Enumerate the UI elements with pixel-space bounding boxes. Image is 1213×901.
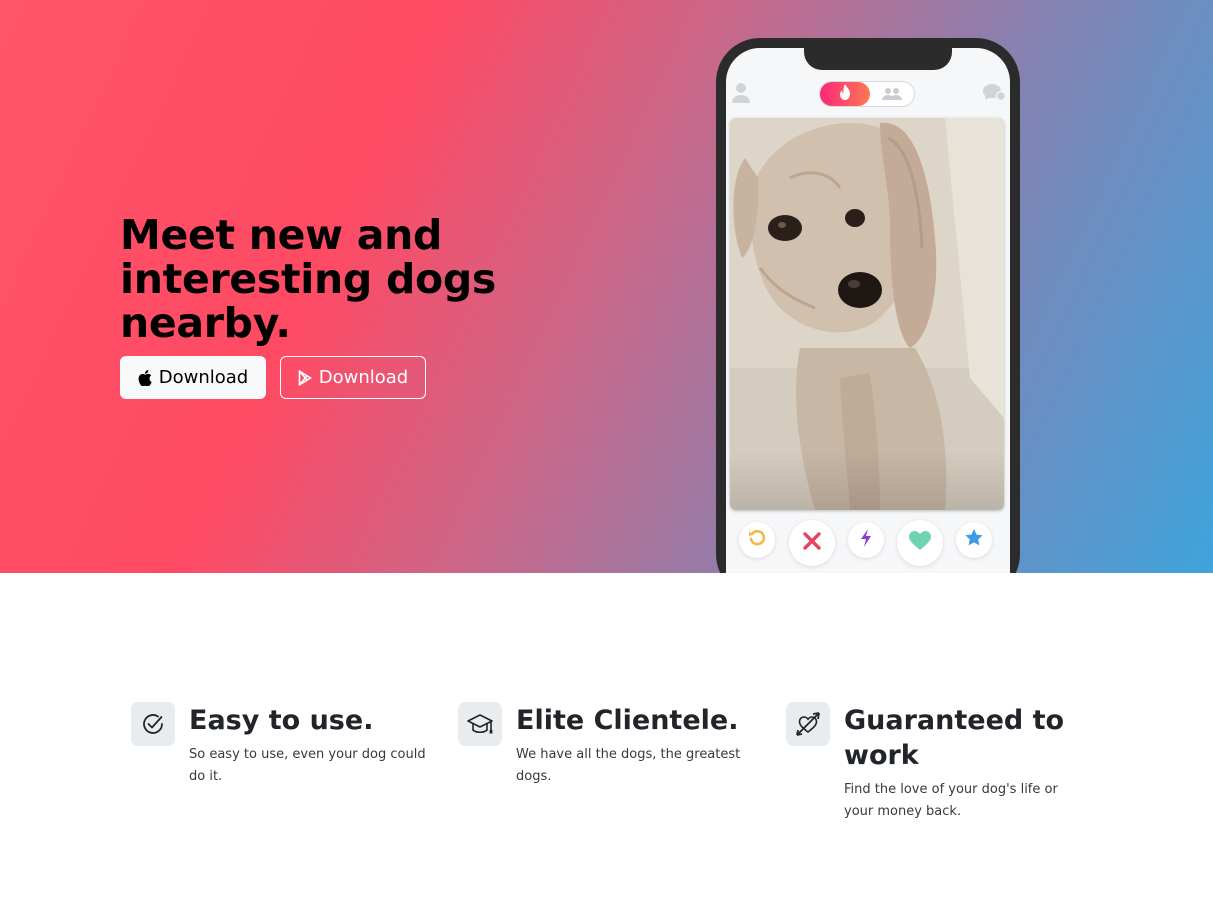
dog-profile-card[interactable]: [730, 118, 1004, 510]
check-circle-icon: [131, 702, 175, 746]
phone-mockup: [716, 38, 1020, 573]
apple-icon: [138, 369, 152, 386]
app-store-download-button[interactable]: Download: [120, 356, 266, 399]
nope-button[interactable]: [789, 520, 835, 566]
google-play-download-button[interactable]: Download: [280, 356, 426, 399]
google-play-icon: [298, 369, 312, 386]
app-store-button-label: Download: [158, 367, 249, 388]
hero-headline: Meet new and interesting dogs nearby.: [120, 211, 497, 347]
google-play-button-label: Download: [318, 367, 409, 388]
like-button[interactable]: [897, 520, 943, 566]
boost-icon: [860, 528, 872, 552]
flame-icon: [839, 83, 851, 105]
boost-button[interactable]: [848, 522, 884, 558]
feature-title: Easy to use.: [189, 705, 374, 736]
feature-text: Find the love of your dog's life or your…: [844, 782, 1058, 819]
feature-text: So easy to use, even your dog could do i…: [189, 747, 426, 784]
graduation-cap-icon: [458, 702, 502, 746]
discover-mode-toggle[interactable]: [819, 81, 915, 107]
toggle-active-segment: [820, 82, 870, 106]
nope-icon: [802, 531, 822, 556]
super-like-button[interactable]: [956, 522, 992, 558]
phone-screen: [726, 48, 1010, 573]
card-bottom-shade: [730, 450, 1004, 510]
hero-section: Meet new and interesting dogs nearby. Do…: [0, 0, 1213, 573]
feature-title: Guaranteed to work: [844, 705, 1065, 771]
phone-notch: [804, 48, 952, 70]
feature-title: Elite Clientele.: [516, 705, 739, 736]
group-icon: [882, 87, 902, 106]
super-like-icon: [964, 528, 984, 552]
rewind-icon: [748, 529, 766, 552]
chat-icon: [982, 83, 1007, 108]
heart-arrow-icon: [786, 702, 830, 746]
profile-icon: [731, 82, 751, 109]
rewind-button[interactable]: [739, 522, 775, 558]
feature-text: We have all the dogs, the greatest dogs.: [516, 747, 741, 784]
like-icon: [908, 530, 932, 556]
